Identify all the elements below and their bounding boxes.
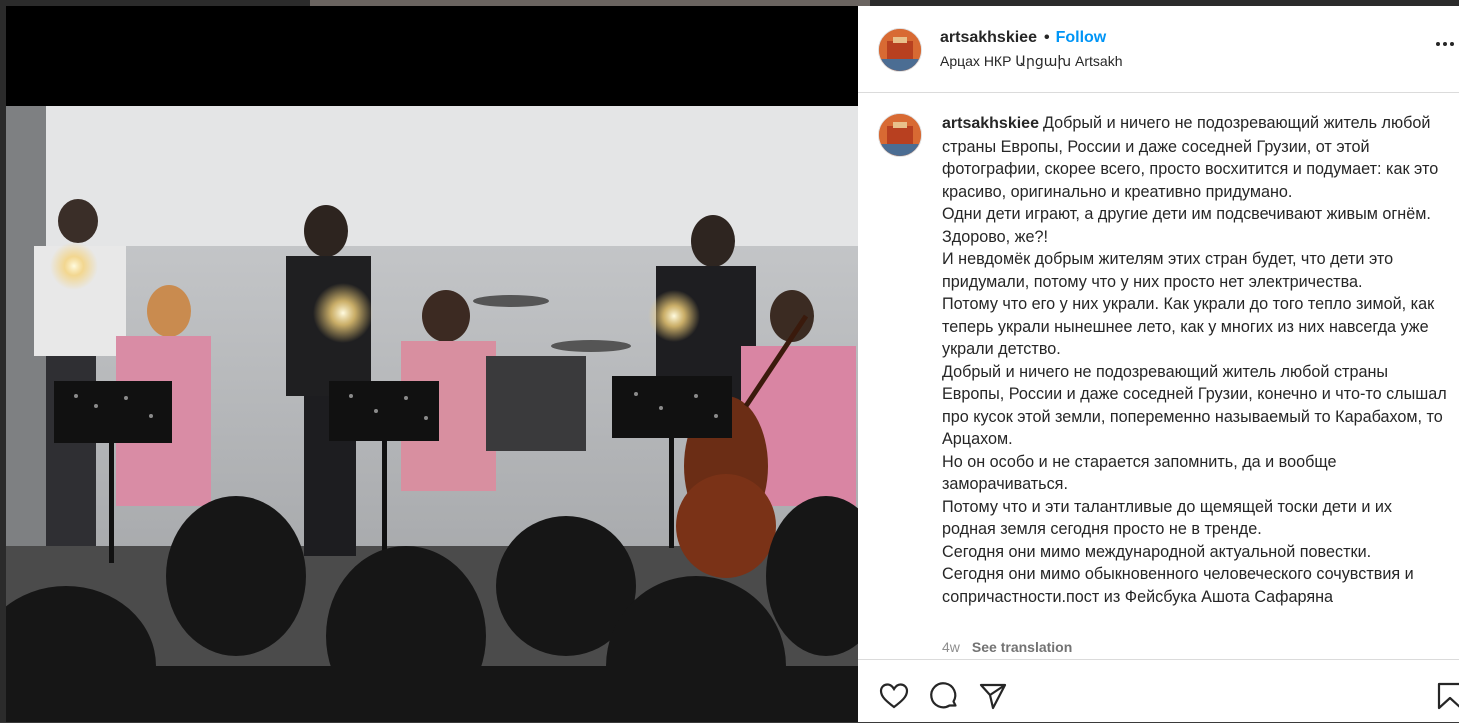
share-icon[interactable] [977, 680, 1009, 712]
caption-username[interactable]: artsakhskiee [942, 115, 1039, 132]
post-photo [6, 106, 858, 722]
post-age[interactable]: 4w [942, 639, 960, 655]
see-translation-button[interactable]: See translation [972, 639, 1072, 655]
post-meta: 4w See translation [942, 639, 1072, 655]
action-bar [858, 659, 1459, 723]
avatar-image [879, 29, 921, 71]
bookmark-icon[interactable] [1434, 680, 1459, 712]
heart-icon[interactable] [878, 680, 910, 712]
post-header: artsakhskiee • Follow Арцах НКР Արցախ Arts… [858, 6, 1459, 93]
comment-icon[interactable] [928, 680, 960, 712]
avatar-image [879, 114, 921, 156]
post-panel: artsakhskiee • Follow Арцах НКР Արցախ Arts… [858, 6, 1459, 722]
location-link[interactable]: Арцах НКР Արցախ Artsakh [940, 53, 1123, 70]
concert-photo [6, 106, 858, 722]
comments-area[interactable]: artsakhskiee Добрый и ничего не подозрева… [858, 93, 1459, 662]
username-link[interactable]: artsakhskiee [940, 29, 1037, 46]
caption-avatar[interactable] [878, 113, 922, 157]
caption-text: Добрый и ничего не подозревающий житель … [942, 114, 1447, 606]
follow-button[interactable]: Follow [1056, 29, 1107, 46]
post-media[interactable] [6, 6, 858, 722]
post-caption: artsakhskiee Добрый и ничего не подозрева… [942, 112, 1447, 608]
avatar[interactable] [878, 28, 922, 72]
header-title-row: artsakhskiee • Follow [940, 28, 1106, 48]
separator-dot: • [1043, 29, 1050, 46]
more-options-icon[interactable] [1433, 32, 1457, 56]
